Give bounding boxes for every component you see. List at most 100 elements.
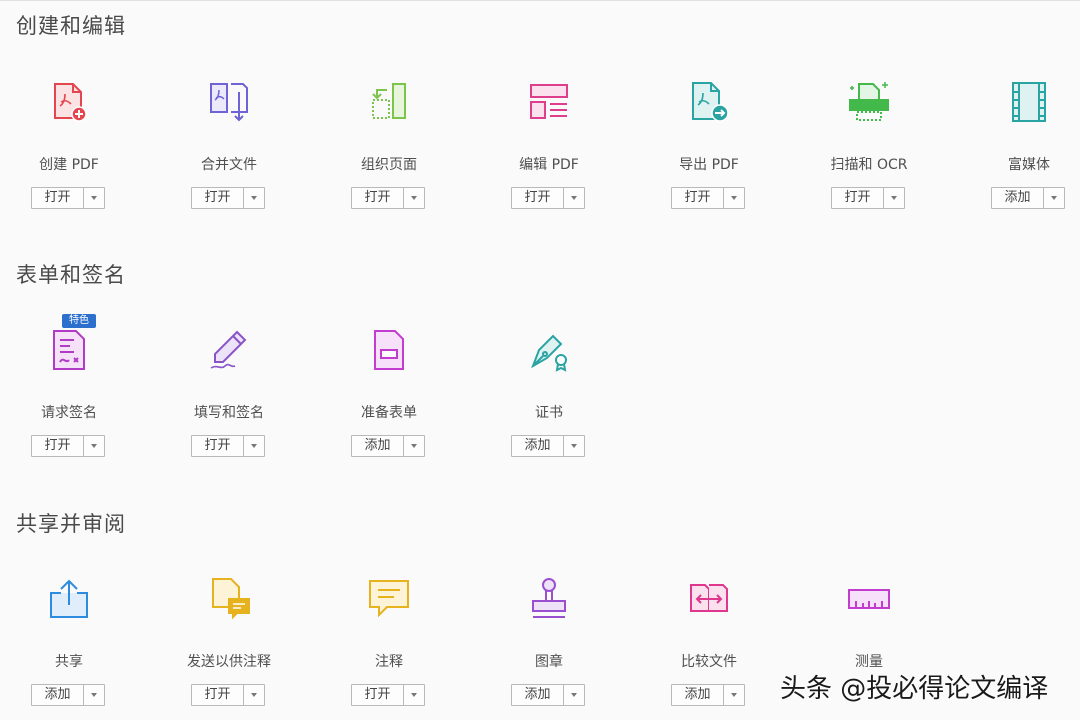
tool-rich-media[interactable]: 富媒体 添加 bbox=[949, 80, 1080, 220]
open-button[interactable]: 打开 bbox=[31, 435, 105, 457]
button-label[interactable]: 打开 bbox=[192, 188, 244, 208]
tool-combine-files[interactable]: 合并文件 打开 bbox=[149, 80, 309, 220]
tool-send-for-comments[interactable]: 发送以供注释 打开 bbox=[149, 577, 309, 717]
export-pdf-icon bbox=[687, 80, 731, 124]
tool-label: 比较文件 bbox=[681, 654, 737, 670]
dropdown-caret-icon[interactable] bbox=[84, 188, 104, 208]
featured-badge: 特色 bbox=[62, 314, 96, 328]
section-title-forms-signatures: 表单和签名 bbox=[16, 263, 126, 287]
tool-organize-pages[interactable]: 组织页面 打开 bbox=[309, 80, 469, 220]
tool-label: 扫描和 OCR bbox=[830, 157, 908, 173]
add-button[interactable]: 添加 bbox=[31, 684, 105, 706]
dropdown-caret-icon[interactable] bbox=[564, 188, 584, 208]
button-label[interactable]: 添加 bbox=[32, 685, 84, 705]
organize-pages-icon bbox=[367, 80, 411, 124]
button-label[interactable]: 添加 bbox=[512, 685, 564, 705]
tool-edit-pdf[interactable]: 编辑 PDF 打开 bbox=[469, 80, 629, 220]
button-label[interactable]: 打开 bbox=[32, 436, 84, 456]
add-button[interactable]: 添加 bbox=[351, 435, 425, 457]
tool-label: 编辑 PDF bbox=[519, 157, 579, 173]
dropdown-caret-icon[interactable] bbox=[404, 188, 424, 208]
dropdown-caret-icon[interactable] bbox=[884, 188, 904, 208]
dropdown-caret-icon[interactable] bbox=[564, 685, 584, 705]
button-label[interactable]: 打开 bbox=[832, 188, 884, 208]
dropdown-caret-icon[interactable] bbox=[404, 685, 424, 705]
top-divider bbox=[0, 0, 1080, 1]
open-button[interactable]: 打开 bbox=[191, 435, 265, 457]
button-label[interactable]: 添加 bbox=[992, 188, 1044, 208]
button-label[interactable]: 添加 bbox=[512, 436, 564, 456]
tool-request-signature[interactable]: 特色 请求签名 打开 bbox=[0, 314, 149, 468]
tool-label: 准备表单 bbox=[361, 405, 417, 421]
stamp-icon bbox=[527, 577, 571, 621]
tool-export-pdf[interactable]: 导出 PDF 打开 bbox=[629, 80, 789, 220]
open-button[interactable]: 打开 bbox=[671, 187, 745, 209]
tool-label: 富媒体 bbox=[1008, 157, 1050, 173]
dropdown-caret-icon[interactable] bbox=[724, 685, 744, 705]
button-label[interactable]: 添加 bbox=[352, 436, 404, 456]
tool-label: 请求签名 bbox=[41, 405, 97, 421]
tool-label: 证书 bbox=[535, 405, 563, 421]
scan-ocr-icon bbox=[847, 80, 891, 124]
send-for-comments-icon bbox=[207, 577, 251, 621]
watermark-text: 头条 @投必得论文编译 bbox=[780, 674, 1049, 704]
tool-label: 注释 bbox=[375, 654, 403, 670]
button-label[interactable]: 打开 bbox=[32, 188, 84, 208]
tool-label: 发送以供注释 bbox=[187, 654, 271, 670]
tool-label: 共享 bbox=[55, 654, 83, 670]
button-label[interactable]: 打开 bbox=[352, 188, 404, 208]
section-title-share-review: 共享并审阅 bbox=[16, 512, 126, 536]
certificates-icon bbox=[527, 328, 571, 372]
button-label[interactable]: 打开 bbox=[192, 436, 244, 456]
add-button[interactable]: 添加 bbox=[991, 187, 1065, 209]
tool-label: 创建 PDF bbox=[39, 157, 99, 173]
tool-comment[interactable]: 注释 打开 bbox=[309, 577, 469, 717]
tool-certificates[interactable]: 证书 添加 bbox=[469, 328, 629, 468]
dropdown-caret-icon[interactable] bbox=[244, 685, 264, 705]
open-button[interactable]: 打开 bbox=[191, 187, 265, 209]
tool-share[interactable]: 共享 添加 bbox=[0, 577, 149, 717]
dropdown-caret-icon[interactable] bbox=[564, 436, 584, 456]
open-button[interactable]: 打开 bbox=[511, 187, 585, 209]
tool-create-pdf[interactable]: 创建 PDF 打开 bbox=[0, 80, 149, 220]
request-signature-icon bbox=[47, 328, 91, 372]
button-label[interactable]: 打开 bbox=[512, 188, 564, 208]
compare-files-icon bbox=[687, 577, 731, 621]
measure-icon bbox=[847, 577, 891, 621]
tool-label: 图章 bbox=[535, 654, 563, 670]
tool-compare-files[interactable]: 比较文件 添加 bbox=[629, 577, 789, 717]
combine-files-icon bbox=[207, 80, 251, 124]
dropdown-caret-icon[interactable] bbox=[1044, 188, 1064, 208]
tool-label: 合并文件 bbox=[201, 157, 257, 173]
add-button[interactable]: 添加 bbox=[511, 684, 585, 706]
rich-media-icon bbox=[1007, 80, 1051, 124]
dropdown-caret-icon[interactable] bbox=[84, 685, 104, 705]
open-button[interactable]: 打开 bbox=[831, 187, 905, 209]
dropdown-caret-icon[interactable] bbox=[84, 436, 104, 456]
button-label[interactable]: 打开 bbox=[352, 685, 404, 705]
tool-label: 导出 PDF bbox=[679, 157, 739, 173]
dropdown-caret-icon[interactable] bbox=[244, 436, 264, 456]
share-icon bbox=[47, 577, 91, 621]
section-title-create-edit: 创建和编辑 bbox=[16, 14, 126, 38]
add-button[interactable]: 添加 bbox=[671, 684, 745, 706]
fill-sign-icon bbox=[207, 328, 251, 372]
open-button[interactable]: 打开 bbox=[351, 684, 425, 706]
button-label[interactable]: 添加 bbox=[672, 685, 724, 705]
open-button[interactable]: 打开 bbox=[191, 684, 265, 706]
button-label[interactable]: 打开 bbox=[192, 685, 244, 705]
open-button[interactable]: 打开 bbox=[351, 187, 425, 209]
tool-scan-ocr[interactable]: 扫描和 OCR 打开 bbox=[789, 80, 949, 220]
button-label[interactable]: 打开 bbox=[672, 188, 724, 208]
dropdown-caret-icon[interactable] bbox=[244, 188, 264, 208]
tool-stamp[interactable]: 图章 添加 bbox=[469, 577, 629, 717]
comment-icon bbox=[367, 577, 411, 621]
tool-prepare-form[interactable]: 准备表单 添加 bbox=[309, 328, 469, 468]
tool-fill-sign[interactable]: 填写和签名 打开 bbox=[149, 328, 309, 468]
open-button[interactable]: 打开 bbox=[31, 187, 105, 209]
tool-label: 组织页面 bbox=[361, 157, 417, 173]
edit-pdf-icon bbox=[527, 80, 571, 124]
dropdown-caret-icon[interactable] bbox=[724, 188, 744, 208]
dropdown-caret-icon[interactable] bbox=[404, 436, 424, 456]
add-button[interactable]: 添加 bbox=[511, 435, 585, 457]
